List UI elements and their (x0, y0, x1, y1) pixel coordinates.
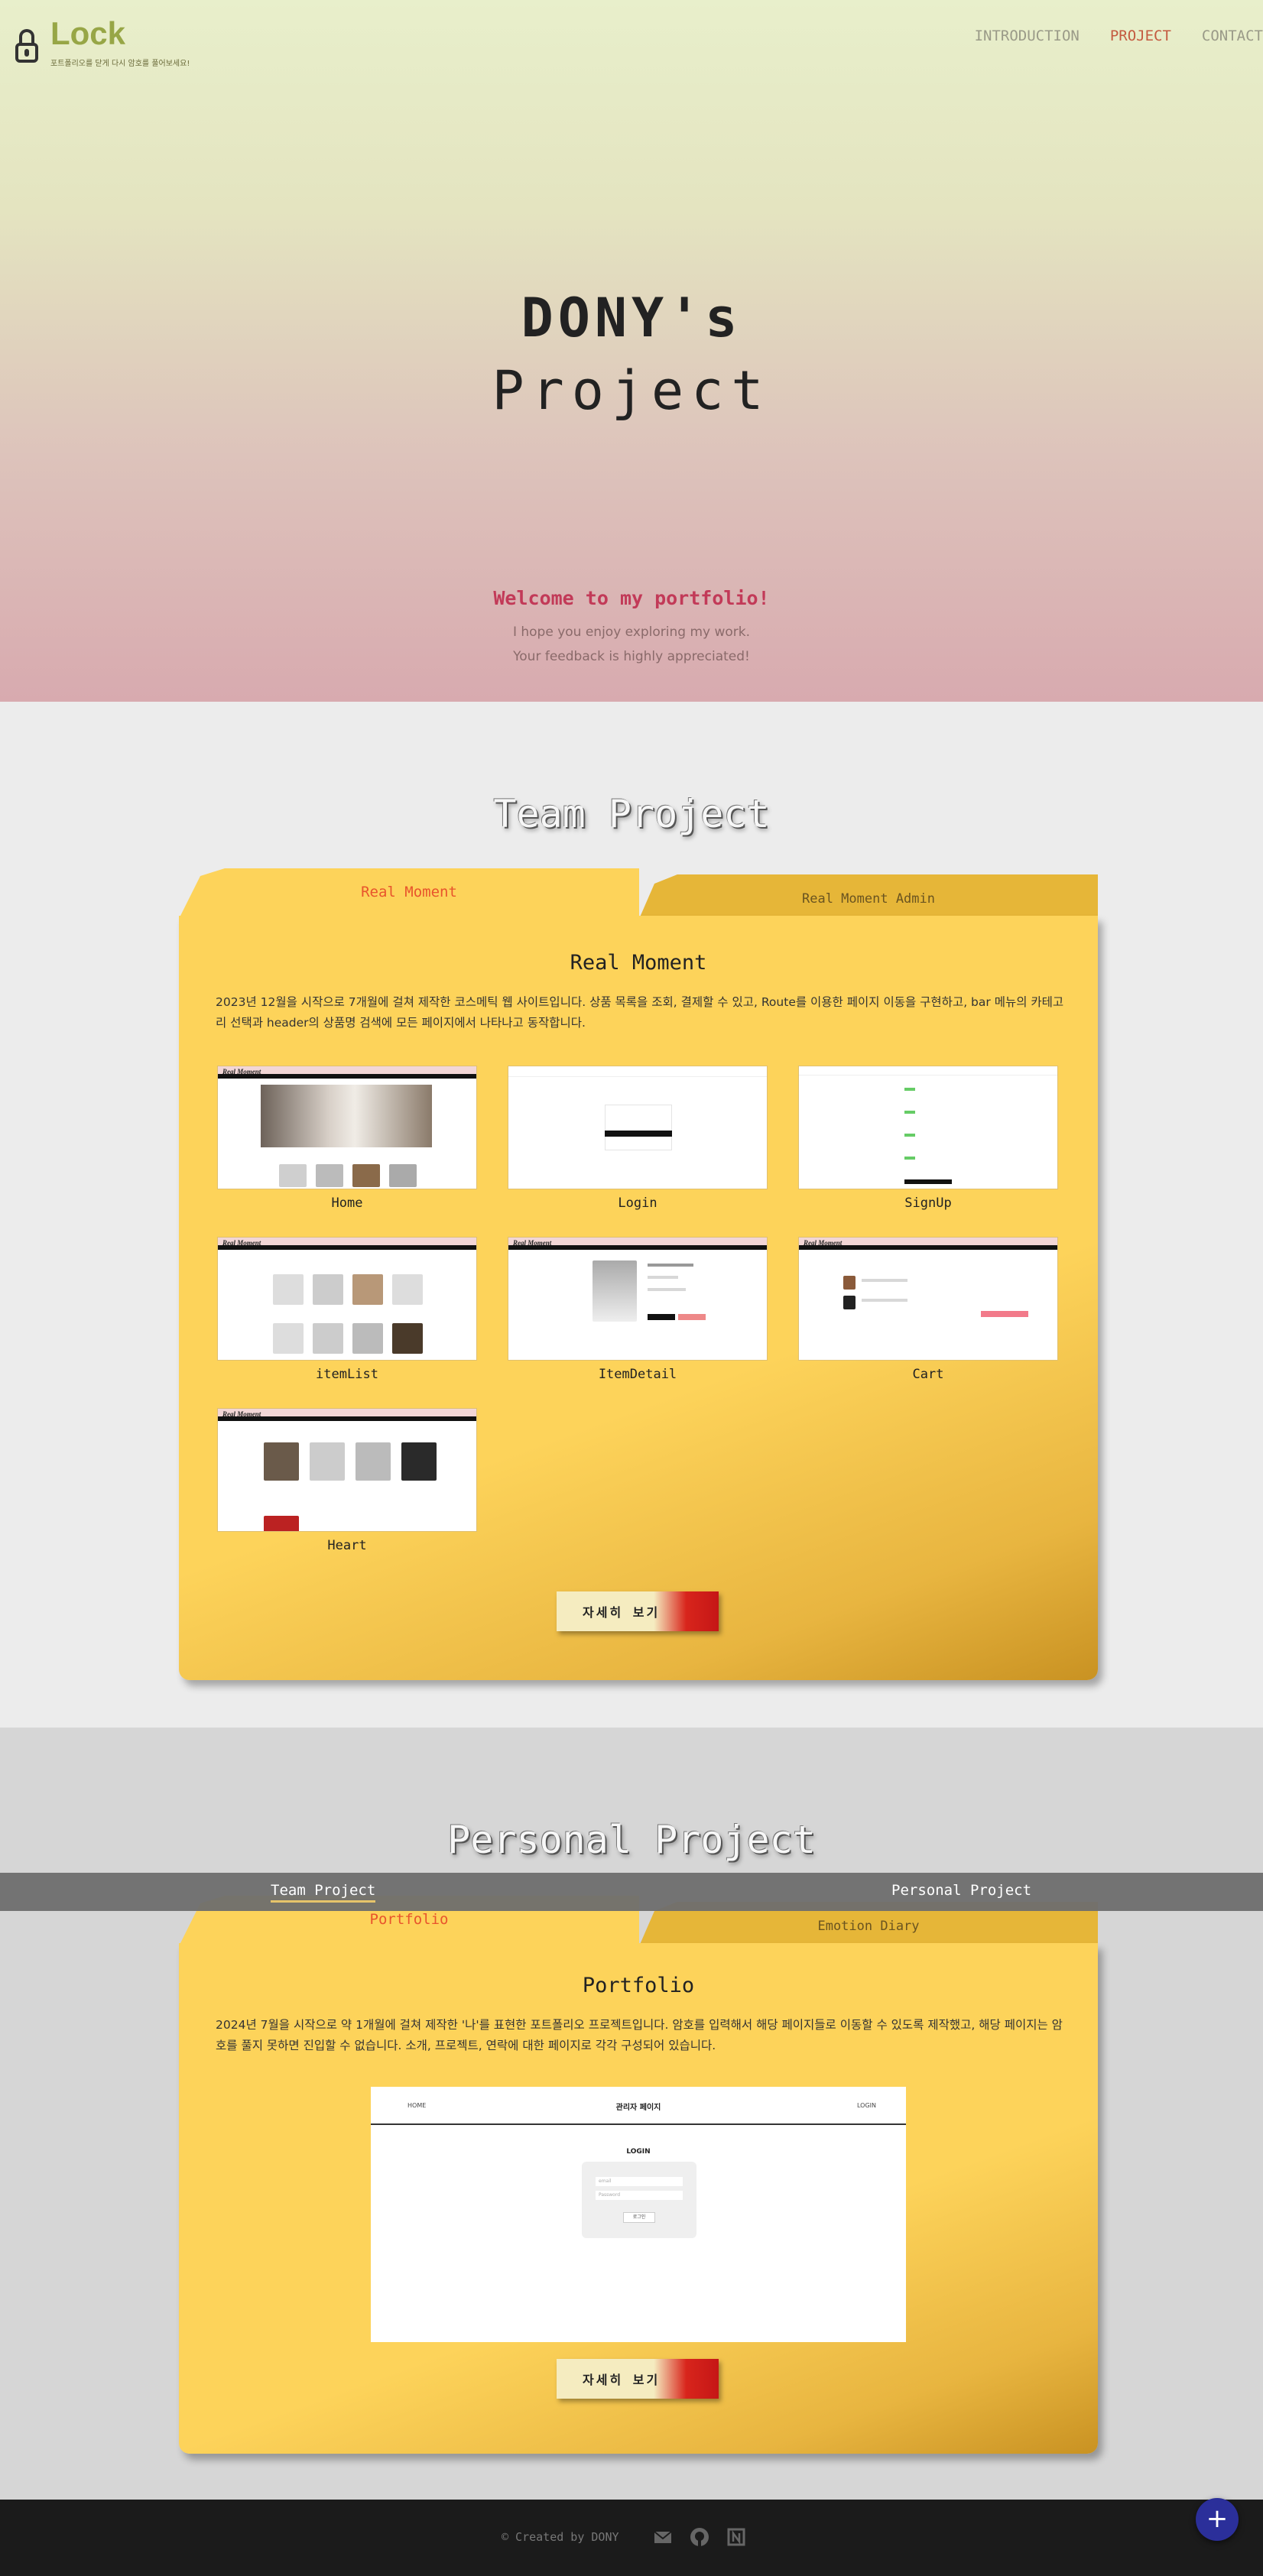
preview-nav-login: LOGIN (857, 2102, 877, 2109)
tab-real-moment-admin[interactable]: Real Moment Admin (639, 874, 1098, 919)
lock-icon (14, 29, 40, 64)
project-tab-bar: Team Project Personal Project (0, 1873, 1263, 1911)
floating-add-button[interactable]: + (1196, 2498, 1239, 2541)
section-title-team: Team Project (493, 792, 770, 836)
github-icon[interactable] (690, 2527, 709, 2547)
tabbar-team-project[interactable]: Team Project (271, 1882, 376, 1903)
screenshot-label-signup: SignUp (904, 1196, 952, 1211)
tabbar-personal-project[interactable]: Personal Project (891, 1882, 1031, 1899)
preview-email-field: email (596, 2177, 683, 2186)
notion-icon[interactable] (726, 2527, 746, 2547)
logo[interactable]: Lock 포트폴리오를 닫게 다시 암호를 풀어보세요! (14, 14, 190, 68)
card-description: 2024년 7월을 시작으로 약 1개월에 걸쳐 제작한 '나'를 표현한 포트… (216, 2018, 1063, 2052)
screenshot-label-itemdetail: ItemDetail (598, 1367, 677, 1382)
screenshot-login[interactable] (508, 1066, 768, 1189)
screenshot-label-itemlist: itemList (316, 1367, 378, 1382)
nav-project[interactable]: PROJECT (1110, 28, 1171, 44)
more-details-button[interactable]: 자세히 보기 (557, 1591, 719, 1631)
hero-section: Lock 포트폴리오를 닫게 다시 암호를 풀어보세요! INTRODUCTIO… (0, 0, 1263, 702)
preview-login-button: 로그인 (623, 2212, 655, 2223)
footer: © Created by DONY (0, 2500, 1263, 2576)
screenshot-label-heart: Heart (327, 1538, 367, 1553)
card-title: Real Moment (570, 951, 707, 975)
nav-introduction[interactable]: INTRODUCTION (975, 28, 1080, 44)
folder-body: Real Moment 2023년 12월을 시작으로 7개월에 걸쳐 제작한 … (179, 916, 1098, 1680)
more-details-button[interactable]: 자세히 보기 (557, 2359, 719, 2399)
welcome-line-2: Your feedback is highly appreciated! (513, 649, 750, 664)
card-description: 2023년 12월을 시작으로 7개월에 걸쳐 제작한 코스메틱 웹 사이트입니… (216, 995, 1064, 1030)
section-title-personal: Personal Project (447, 1818, 816, 1862)
screenshot-heart[interactable]: Real Moment (217, 1408, 477, 1532)
logo-subtitle: 포트폴리오를 닫게 다시 암호를 풀어보세요! (50, 60, 190, 68)
main-nav: INTRODUCTION PROJECT CONTACT (944, 28, 1263, 44)
screenshot-label-home: Home (331, 1196, 363, 1211)
welcome-text: Welcome to my portfolio! (493, 587, 770, 609)
personal-project-section: Personal Project Emotion Diary Portfolio… (0, 1728, 1263, 2500)
hero-title-line2: Project (492, 359, 771, 422)
team-project-section: Team Project Real Moment Admin Real Mome… (0, 702, 1263, 1728)
preview-password-field: Password (596, 2191, 683, 2200)
screenshot-itemdetail[interactable]: Real Moment (508, 1237, 768, 1361)
personal-folder-card: Emotion Diary Portfolio 2024년 7월을 시작으로 약… (179, 1896, 1098, 2461)
screenshot-signup[interactable] (798, 1066, 1058, 1189)
hero-title-line1: DONY's (521, 287, 742, 349)
screenshot-label-cart: Cart (912, 1367, 944, 1382)
copyright-text: © Created by DONY (502, 2530, 619, 2544)
screenshot-itemlist[interactable]: Real Moment (217, 1237, 477, 1361)
screenshot-home[interactable]: Real Moment (217, 1066, 477, 1189)
portfolio-preview[interactable]: HOME 관리자 페이지 LOGIN LOGIN email Password … (371, 2087, 906, 2342)
screenshot-cart[interactable]: Real Moment (798, 1237, 1058, 1361)
folder-body: Portfolio 2024년 7월을 시작으로 약 1개월에 걸쳐 제작한 '… (179, 1943, 1098, 2454)
preview-nav-title: 관리자 페이지 (615, 2104, 661, 2112)
tab-real-moment[interactable]: Real Moment (179, 868, 639, 919)
logo-title: Lock (50, 15, 126, 51)
preview-login-title: LOGIN (626, 2148, 651, 2156)
mail-icon[interactable] (653, 2527, 673, 2547)
team-folder-card: Real Moment Admin Real Moment 2023년 12월을… (179, 868, 1098, 1680)
card-title: Portfolio (582, 1974, 695, 1997)
screenshot-label-login: Login (618, 1196, 657, 1211)
welcome-line-1: I hope you enjoy exploring my work. (512, 625, 751, 640)
nav-contact[interactable]: CONTACT (1202, 28, 1263, 44)
